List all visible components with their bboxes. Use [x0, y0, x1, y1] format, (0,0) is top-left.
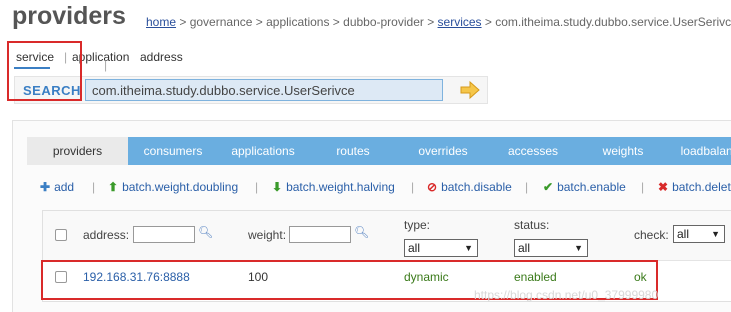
- halving-label: batch.weight.halving: [286, 180, 395, 194]
- breadcrumb-middle: > governance > applications > dubbo-prov…: [176, 15, 438, 29]
- toolbar-separator: |: [92, 180, 96, 194]
- weight-filter-label: weight:: [248, 228, 287, 242]
- add-button[interactable]: ✚ add: [40, 180, 74, 194]
- breadcrumb: home > governance > applications > dubbo…: [146, 15, 731, 29]
- chevron-down-icon: ▼: [574, 243, 583, 253]
- toolbar-separator: |: [255, 180, 259, 194]
- down-arrow-icon: ⬇: [272, 180, 283, 194]
- batch-weight-doubling-button[interactable]: ⬆ batch.weight.doubling: [108, 180, 238, 194]
- page-title: providers: [12, 2, 126, 30]
- search-bar: SEARCH: [14, 76, 488, 104]
- breadcrumb-home-link[interactable]: home: [146, 15, 176, 29]
- disable-label: batch.disable: [441, 180, 512, 194]
- check-filter-select[interactable]: all ▼: [673, 225, 725, 243]
- tab-routes[interactable]: routes: [308, 137, 398, 165]
- check-filter-label: check:: [634, 228, 669, 242]
- status-filter-label: status:: [514, 218, 550, 232]
- toolbar-separator: |: [641, 180, 645, 194]
- toolbar-separator: |: [525, 180, 529, 194]
- highlight-box-search: [7, 41, 82, 101]
- search-arrow-icon[interactable]: [459, 80, 481, 100]
- batch-delete-button[interactable]: ✖ batch.delete: [658, 180, 731, 194]
- watermark: https://blog.csdn.net/u0_37999980: [474, 288, 659, 302]
- type-filter-select[interactable]: all ▼: [404, 239, 478, 257]
- batch-weight-halving-button[interactable]: ⬇ batch.weight.halving: [272, 180, 395, 194]
- breadcrumb-current: > com.itheima.study.dubbo.service.UserSe…: [481, 15, 731, 29]
- weight-filter-input[interactable]: [289, 226, 351, 243]
- status-filter-select[interactable]: all ▼: [514, 239, 588, 257]
- tab-loadbalance[interactable]: loadbalance: [668, 137, 731, 165]
- breadcrumb-services-link[interactable]: services: [438, 15, 482, 29]
- search-input[interactable]: [85, 79, 443, 101]
- tab-accesses[interactable]: accesses: [488, 137, 578, 165]
- chevron-down-icon: ▼: [711, 229, 720, 239]
- magnifier-icon[interactable]: 🔍︎: [354, 225, 369, 239]
- check-icon: ✔: [543, 180, 554, 194]
- tab-overrides[interactable]: overrides: [398, 137, 488, 165]
- enable-label: batch.enable: [557, 180, 626, 194]
- tab-applications[interactable]: applications: [218, 137, 308, 165]
- delete-label: batch.delete: [672, 180, 731, 194]
- add-label: add: [54, 180, 75, 194]
- table-header: address: 🔍︎ weight: 🔍︎ type: all ▼ status…: [43, 211, 731, 261]
- type-filter-label: type:: [404, 218, 431, 232]
- tab-providers[interactable]: providers: [27, 137, 128, 165]
- batch-disable-button[interactable]: ⊘ batch.disable: [427, 180, 512, 194]
- tab-weights[interactable]: weights: [578, 137, 668, 165]
- batch-enable-button[interactable]: ✔ batch.enable: [543, 180, 626, 194]
- no-icon: ⊘: [427, 180, 438, 194]
- toolbar-separator: |: [411, 180, 415, 194]
- address-filter-label: address:: [83, 228, 130, 242]
- type-filter-value: all: [408, 241, 421, 255]
- plus-icon: ✚: [40, 180, 51, 194]
- x-icon: ✖: [658, 180, 669, 194]
- up-arrow-icon: ⬆: [108, 180, 119, 194]
- select-all-checkbox[interactable]: [55, 229, 67, 241]
- search-tab-address[interactable]: address: [140, 50, 183, 64]
- doubling-label: batch.weight.doubling: [122, 180, 239, 194]
- magnifier-icon[interactable]: 🔍︎: [198, 225, 213, 239]
- main-nav: providers consumers applications routes …: [27, 137, 731, 165]
- status-filter-value: all: [518, 241, 531, 255]
- address-filter-input[interactable]: [133, 226, 195, 243]
- tab-separator: |: [104, 58, 108, 72]
- chevron-down-icon: ▼: [464, 243, 473, 253]
- tab-consumers[interactable]: consumers: [128, 137, 218, 165]
- check-filter-value: all: [677, 227, 690, 241]
